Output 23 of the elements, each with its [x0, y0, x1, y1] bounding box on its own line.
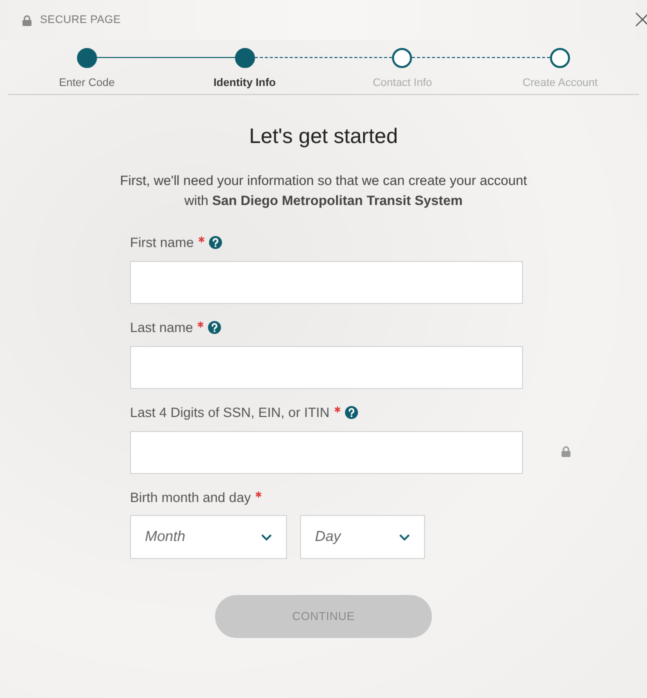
step-label: Create Account: [522, 77, 598, 89]
step-label: Enter Code: [59, 77, 115, 89]
page-title: SECURE PAGE: [40, 14, 121, 26]
text-field[interactable]: [130, 431, 523, 474]
step-label: Identity Info: [213, 77, 276, 89]
text-field[interactable]: [130, 346, 523, 389]
text-field[interactable]: [130, 261, 523, 304]
lock-icon: [22, 14, 32, 26]
close-icon[interactable]: [635, 12, 647, 28]
field-label: Last name: [130, 320, 194, 335]
chevron-icon: [261, 534, 272, 540]
help-icon[interactable]: [344, 406, 358, 419]
field-label: First name: [130, 235, 194, 250]
step-label: Contact Info: [372, 77, 432, 89]
field-label: Last 4 Digits of SSN, EIN, or ITIN: [130, 405, 330, 420]
help-icon[interactable]: [208, 321, 222, 334]
chevron-icon: [399, 534, 410, 540]
intro-text: First, we'll need your information so that we can create your account with San Diego Metropolitan Transit System: [118, 172, 528, 210]
dropdown[interactable]: Day: [300, 515, 425, 559]
page-heading: Let's get started: [249, 125, 398, 149]
field-label: Birth month and day: [130, 490, 251, 505]
dropdown[interactable]: Month: [130, 515, 287, 559]
help-icon[interactable]: [208, 236, 222, 249]
